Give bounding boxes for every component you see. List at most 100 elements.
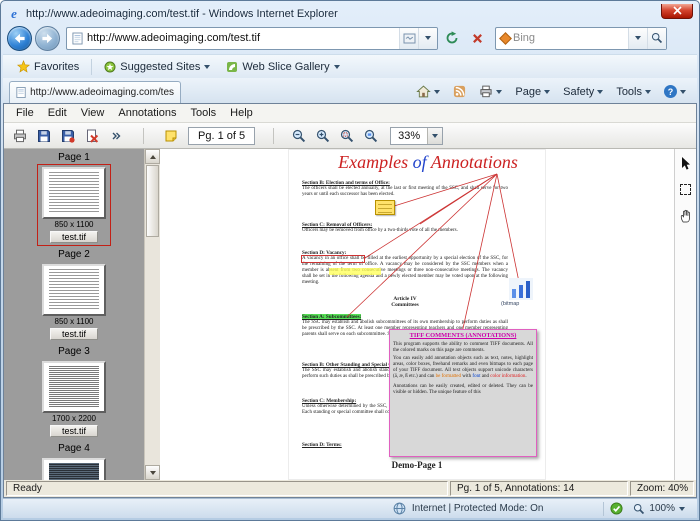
back-button[interactable]: [7, 25, 32, 51]
address-dropdown-button[interactable]: [418, 27, 437, 49]
note-tool-button[interactable]: [160, 126, 182, 146]
thumbnail-label: Page 1: [58, 152, 90, 163]
tab-test-tif[interactable]: http://www.adeoimaging.com/test.tif: [9, 81, 181, 103]
red-box-annotation[interactable]: [301, 255, 365, 263]
globe-icon: [393, 502, 406, 515]
close-button[interactable]: [661, 3, 693, 19]
scrollbar-track[interactable]: [145, 238, 160, 465]
chevron-down-icon: [333, 64, 340, 69]
scrollbar-thumb[interactable]: [146, 165, 159, 237]
page-navigation[interactable]: Pg. 1 of 5: [188, 126, 256, 145]
page-menu-button[interactable]: Page: [510, 84, 555, 100]
green-highlight-annotation[interactable]: Section A: Subcommittees:: [302, 314, 362, 320]
print-button[interactable]: [474, 83, 507, 100]
save-as-button[interactable]: [57, 126, 79, 146]
pointer-tool-button[interactable]: [677, 155, 694, 172]
home-button[interactable]: [411, 83, 445, 100]
triangle-down-icon: [149, 470, 156, 475]
safety-menu-button[interactable]: Safety: [558, 84, 608, 100]
save-floppy-icon: [38, 129, 50, 142]
article-heading: Article IV Committees: [302, 296, 508, 309]
menu-file[interactable]: File: [9, 105, 41, 121]
thumbnail-image[interactable]: [42, 167, 106, 219]
feeds-button[interactable]: [448, 83, 471, 100]
tools-menu-button[interactable]: Tools: [611, 84, 656, 100]
scroll-up-button[interactable]: [145, 149, 160, 164]
thumbnail-image[interactable]: [42, 361, 106, 413]
select-tool-button[interactable]: [677, 181, 694, 198]
comment-title: TIFF COMMENTS (ANNOTATIONS): [409, 332, 517, 339]
web-slice-gallery-button[interactable]: Web Slice Gallery: [219, 59, 346, 75]
sticky-note-annotation[interactable]: [375, 200, 395, 215]
help-icon: ?: [664, 85, 677, 98]
help-button[interactable]: ?: [659, 83, 691, 100]
menu-help[interactable]: Help: [223, 105, 260, 121]
comment-text: and: [480, 373, 491, 379]
print-page-button[interactable]: [9, 126, 31, 146]
favorites-button[interactable]: Favorites: [10, 58, 86, 75]
url-input[interactable]: [87, 32, 394, 44]
stop-icon: [472, 33, 482, 43]
refresh-button[interactable]: [441, 27, 463, 49]
tab-bar: http://www.adeoimaging.com/test.tif Page…: [3, 78, 697, 103]
delete-page-button[interactable]: [81, 126, 103, 146]
hand-icon: [680, 209, 690, 222]
yellow-highlight-annotation[interactable]: [329, 268, 381, 275]
comment-formatted-red: color information: [490, 373, 526, 379]
thumbnail-label: Page 3: [58, 346, 90, 357]
section-body: The officers shall be elected annually, …: [302, 186, 508, 198]
search-box: [495, 26, 667, 50]
comment-paragraph: Annotations can be easily created, edite…: [393, 383, 533, 395]
thumbnail-image[interactable]: [42, 264, 106, 316]
thumbnail-page-2[interactable]: Page 2 850 x 1100 test.tif: [4, 249, 144, 343]
title-bar: e http://www.adeoimaging.com/test.tif - …: [3, 3, 697, 24]
tiff-comment-annotation[interactable]: TIFF COMMENTS (ANNOTATIONS) This program…: [389, 329, 537, 457]
menu-edit[interactable]: Edit: [41, 105, 74, 121]
navigation-bar: [3, 24, 697, 54]
suggested-sites-label: Suggested Sites: [120, 60, 201, 73]
thumbnail-page-4[interactable]: Page 4: [4, 443, 144, 480]
security-zone-label: Internet | Protected Mode: On: [411, 503, 544, 514]
home-icon: [416, 85, 432, 98]
comment-paragraph: You can easily add annotation objects su…: [393, 356, 533, 380]
forward-button[interactable]: [35, 25, 60, 51]
web-slice-icon: [227, 61, 238, 72]
zoom-level-combo[interactable]: 33%: [390, 126, 444, 145]
browser-zoom-button[interactable]: 100%: [629, 502, 689, 516]
stop-button[interactable]: [466, 27, 488, 49]
zoom-dropdown-button[interactable]: [427, 127, 443, 144]
address-field[interactable]: [67, 32, 399, 45]
document-viewport[interactable]: Examples of Annotations Section B: Elect…: [160, 149, 674, 480]
search-dropdown-button[interactable]: [628, 27, 647, 49]
tab-title: http://www.adeoimaging.com/test.tif: [30, 87, 174, 98]
zoom-select-button[interactable]: [336, 126, 358, 146]
thumbnail-scrollbar[interactable]: [144, 149, 160, 480]
thumbnail-image[interactable]: [42, 458, 106, 480]
pointer-cursor-icon: [682, 157, 690, 170]
menu-annotations[interactable]: Annotations: [111, 105, 183, 121]
thumbnail-page-1[interactable]: Page 1 850 x 1100 test.tif: [4, 152, 144, 246]
zoom-in-button[interactable]: [312, 126, 334, 146]
suggested-sites-icon: [104, 61, 116, 72]
page-footer: Demo-Page 1: [391, 460, 443, 470]
bitmap-annotation[interactable]: [509, 278, 533, 303]
pan-tool-button[interactable]: [677, 207, 694, 224]
suggested-sites-button[interactable]: Suggested Sites: [97, 59, 217, 75]
comment-text: with: [461, 373, 473, 379]
zoom-out-button[interactable]: [288, 126, 310, 146]
search-go-button[interactable]: [647, 27, 666, 49]
comment-formatted-orange: be formatted: [435, 373, 462, 379]
search-input[interactable]: [510, 32, 628, 44]
ie-logo-icon: e: [11, 5, 17, 21]
browser-window: e http://www.adeoimaging.com/test.tif - …: [0, 0, 700, 521]
zoom-fit-button[interactable]: [360, 126, 382, 146]
menu-tools[interactable]: Tools: [183, 105, 223, 121]
thumbnail-page-3[interactable]: Page 3 1700 x 2200 test.tif: [4, 346, 144, 440]
compatibility-view-button[interactable]: [399, 27, 418, 49]
menu-view[interactable]: View: [74, 105, 112, 121]
zoom-out-icon: [292, 129, 306, 142]
page-favicon: [72, 32, 83, 44]
scroll-down-button[interactable]: [145, 465, 160, 480]
save-button[interactable]: [33, 126, 55, 146]
toolbar-overflow-button[interactable]: [105, 126, 127, 146]
